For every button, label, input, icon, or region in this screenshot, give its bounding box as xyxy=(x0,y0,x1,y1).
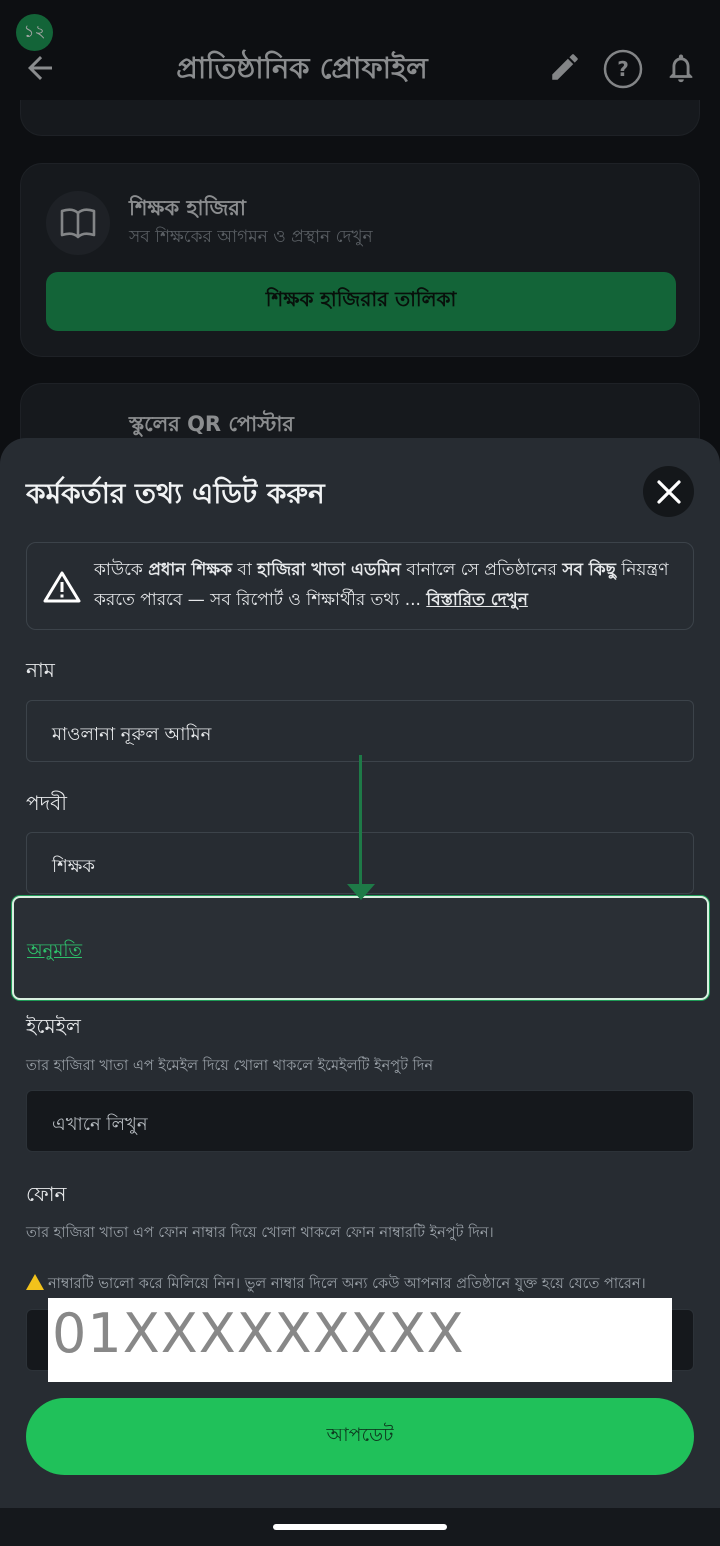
name-field[interactable]: মাওলানা নূরুল আমিন xyxy=(26,700,694,762)
name-value: মাওলানা নূরুল আমিন xyxy=(52,724,212,745)
home-indicator[interactable] xyxy=(273,1524,447,1530)
phone-warning: নাম্বারটি ভালো করে মিলিয়ে নিন। ভুল নাম্… xyxy=(26,1273,646,1297)
phone-number-value: 01XXXXXXXXX xyxy=(52,1302,465,1365)
warning-text-bold: হাজিরা খাতা এডমিন xyxy=(257,560,401,580)
close-button[interactable] xyxy=(643,466,694,517)
warning-text-part: কাউকে xyxy=(94,560,149,580)
annotation-arrow-head xyxy=(347,884,375,900)
admin-warning-box: কাউকে প্রধান শিক্ষক বা হাজিরা খাতা এডমিন… xyxy=(26,542,694,630)
phone-label: ফোন xyxy=(26,1182,67,1206)
warning-text-part: বানালে সে প্রতিষ্ঠানের xyxy=(400,560,563,580)
close-icon xyxy=(656,479,681,504)
warning-text: কাউকে প্রধান শিক্ষক বা হাজিরা খাতা এডমিন… xyxy=(94,555,684,615)
sheet-title: কর্মকর্তার তথ্য এডিট করুন xyxy=(26,477,325,510)
name-label: নাম xyxy=(26,658,55,682)
phone-number-overlay: 01XXXXXXXXX xyxy=(48,1298,672,1382)
permission-field[interactable]: অনুমতি xyxy=(12,896,709,1000)
email-input[interactable]: এখানে লিখুন xyxy=(26,1090,694,1152)
phone-warning-text: নাম্বারটি ভালো করে মিলিয়ে নিন। ভুল নাম্… xyxy=(48,1276,646,1292)
see-details-link[interactable]: বিস্তারিত দেখুন xyxy=(426,590,528,610)
warning-text-part: বা xyxy=(232,560,258,580)
email-helper: তার হাজিরা খাতা এপ ইমেইল দিয়ে খোলা থাকল… xyxy=(26,1058,434,1074)
warning-icon xyxy=(26,1274,44,1290)
designation-label: পদবী xyxy=(26,791,67,815)
phone-helper: তার হাজিরা খাতা এপ ফোন নাম্বার দিয়ে খোল… xyxy=(26,1225,494,1241)
designation-value: শিক্ষক xyxy=(52,856,95,877)
warning-text-bold: সব কিছু xyxy=(562,560,616,580)
warning-text-bold: প্রধান শিক্ষক xyxy=(148,560,233,580)
email-label: ইমেইল xyxy=(26,1014,81,1038)
annotation-arrow-line xyxy=(359,755,362,885)
permission-link[interactable]: অনুমতি xyxy=(27,936,82,967)
system-nav-bar xyxy=(0,1508,720,1546)
email-placeholder: এখানে লিখুন xyxy=(52,1114,148,1135)
update-button[interactable]: আপডেট xyxy=(26,1398,694,1475)
warning-triangle-icon xyxy=(43,571,81,603)
